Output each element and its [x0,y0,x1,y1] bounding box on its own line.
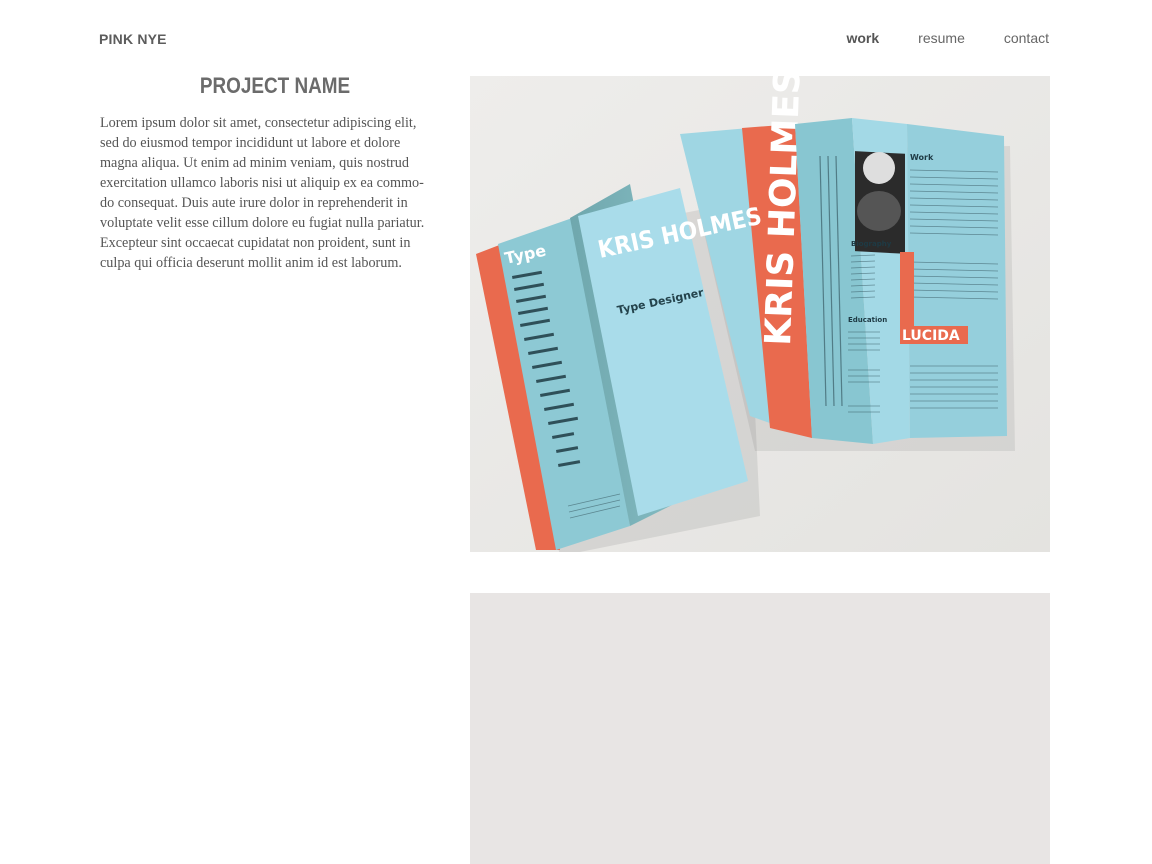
project-image-brochure[interactable]: KRIS HOLMES Biography Education Work LUC… [470,76,1050,552]
nav-link-work[interactable]: work [846,30,879,46]
nav-link-contact[interactable]: contact [1004,30,1049,46]
project-title: PROJECT NAME [199,73,351,98]
main-nav: work resume contact [807,30,1049,46]
project-image-placeholder[interactable] [470,593,1050,864]
brochure-feature-label: LUCIDA [902,328,960,344]
brochure-illustration: KRIS HOLMES Biography Education Work LUC… [470,76,1050,552]
brochure-section-biography: Biography [851,240,892,248]
site-logo[interactable]: PINK NYE [99,31,167,47]
nav-link-resume[interactable]: resume [918,30,965,46]
project-description: Lorem ipsum dolor sit amet, consectetur … [100,115,425,271]
brochure-section-education: Education [848,316,887,324]
brochure-section-work: Work [910,153,934,162]
